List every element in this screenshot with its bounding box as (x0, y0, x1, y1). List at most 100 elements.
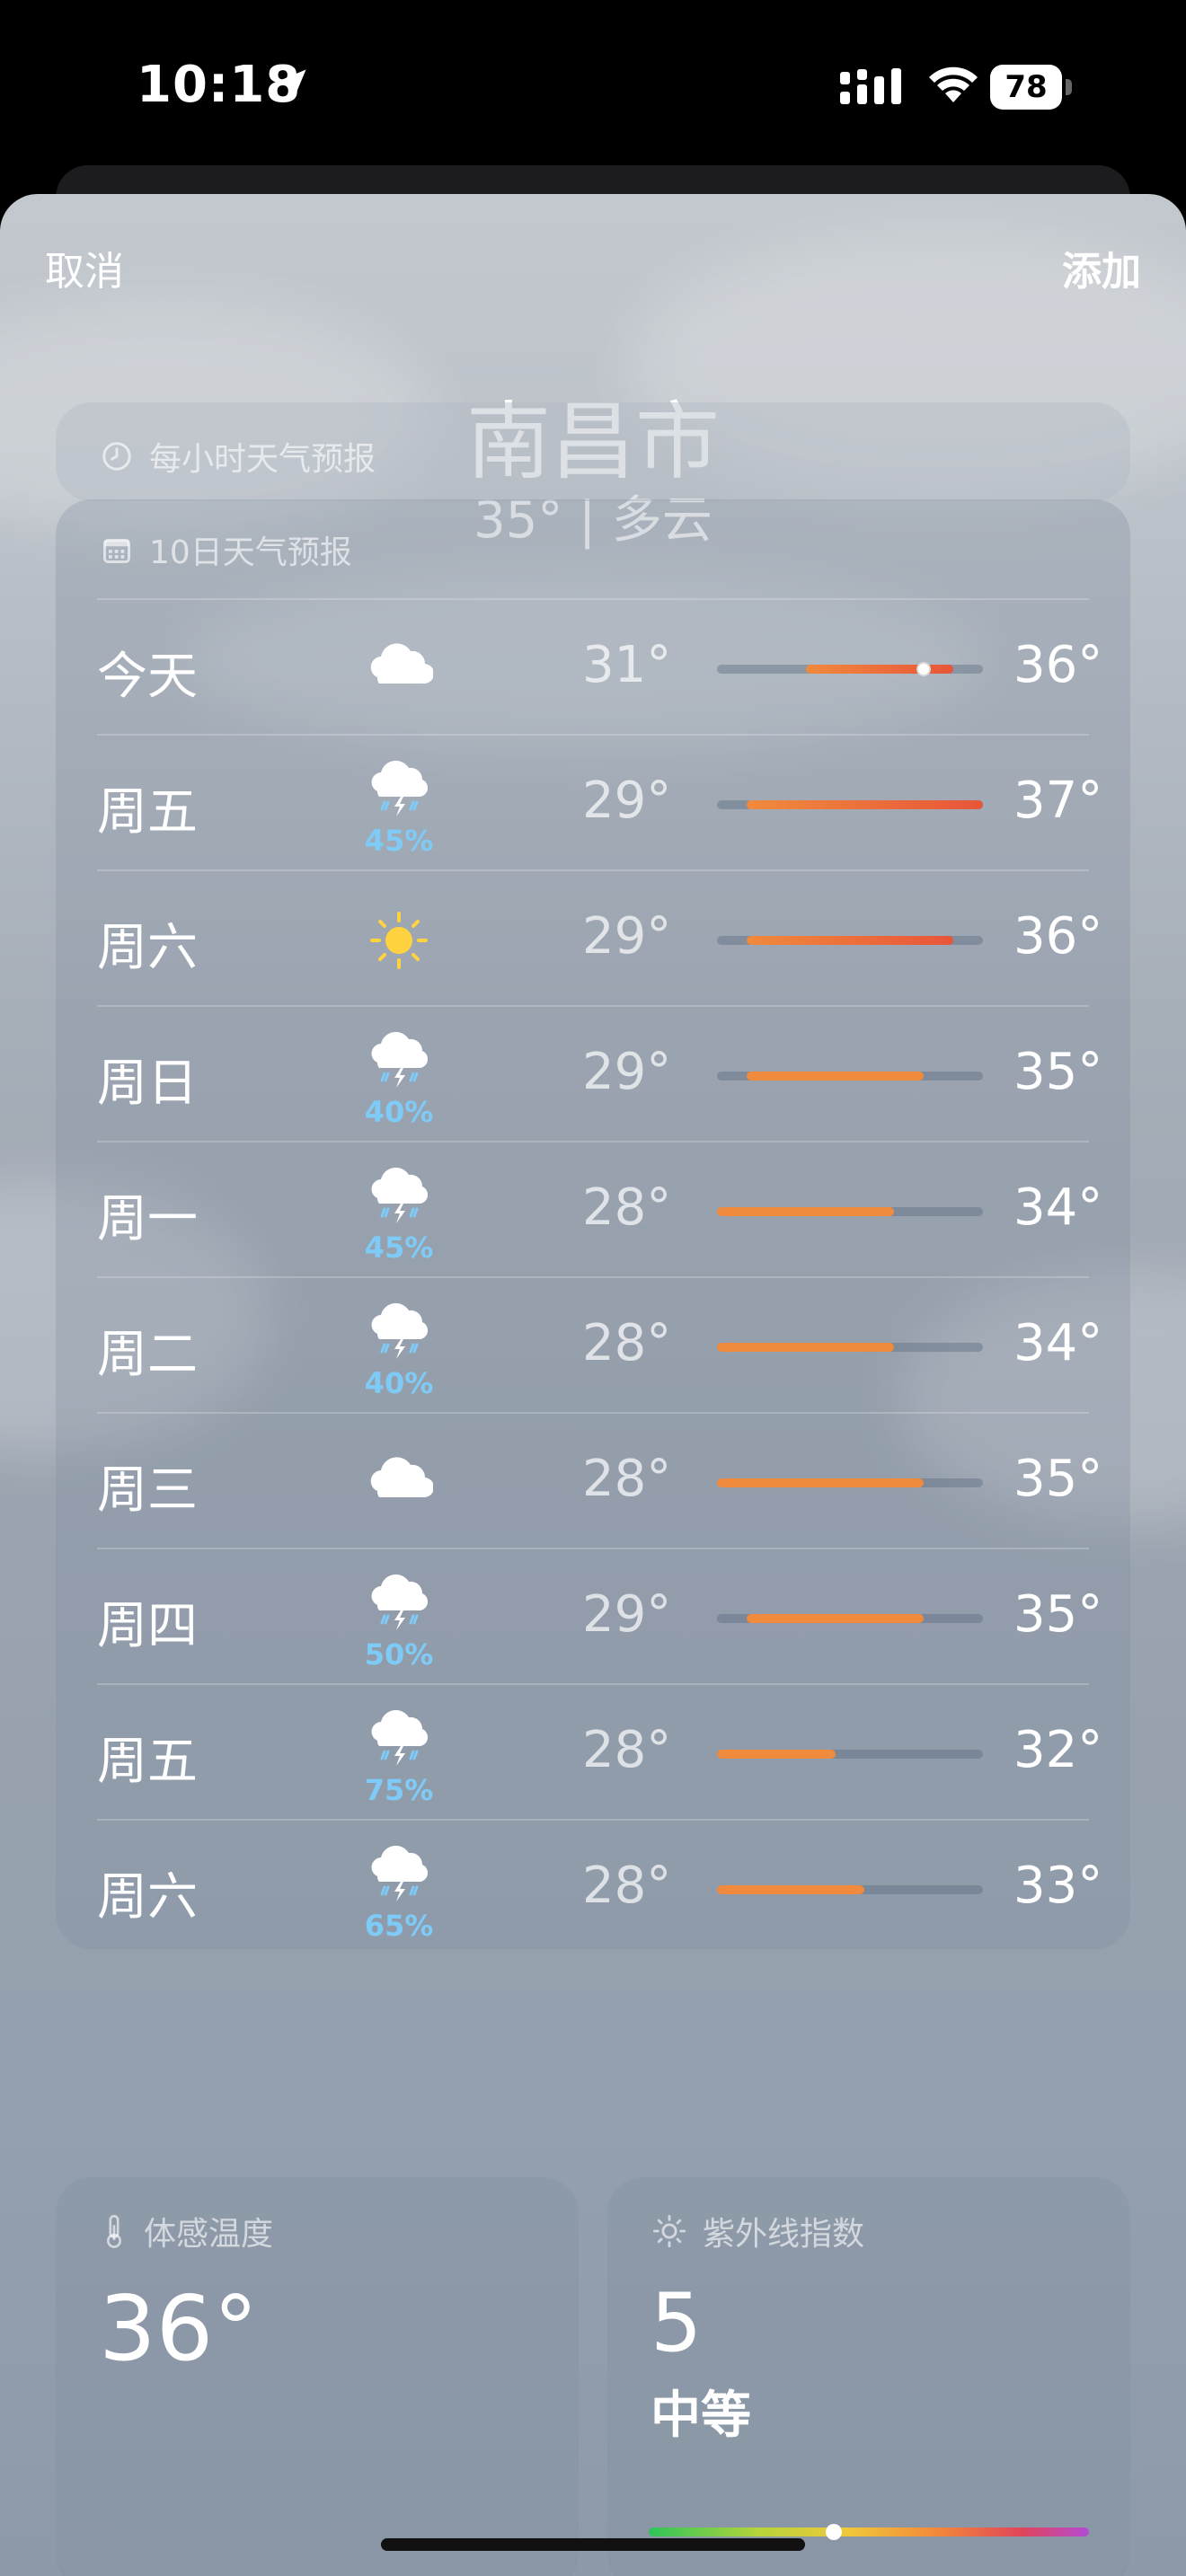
temp-range-bar (717, 1750, 983, 1759)
thunderstorm-icon: 40% (358, 1027, 440, 1129)
row-divider (97, 1548, 1089, 1549)
high-temp: 35° (1013, 1450, 1103, 1508)
calendar-icon (103, 539, 130, 563)
precipitation-chance: 40% (364, 1366, 434, 1400)
uv-index-title: 紫外线指数 (703, 2216, 865, 2253)
precipitation-chance: 50% (364, 1637, 434, 1672)
precipitation-chance: 40% (364, 1095, 434, 1129)
wifi-icon (929, 66, 978, 102)
precipitation-chance: 45% (364, 1231, 434, 1265)
low-temp: 29° (582, 772, 672, 830)
low-temp: 28° (582, 1178, 672, 1237)
thunderstorm-icon: 50% (358, 1569, 440, 1672)
temp-range-bar (717, 1343, 983, 1352)
high-temp: 32° (1013, 1721, 1103, 1779)
hourly-title: 每小时天气预报 (149, 441, 376, 478)
temp-range-fill (805, 665, 954, 674)
uv-index-card[interactable]: 紫外线指数 5 中等 (607, 2177, 1130, 2576)
forecast-row: 周一 45% 28° 34° (97, 1141, 1102, 1276)
thunderstorm-icon: 40% (358, 1298, 440, 1400)
home-indicator[interactable] (381, 2538, 805, 2551)
forecast-row: 周二 40% 28° 34° (97, 1276, 1102, 1412)
temp-range-fill (717, 1478, 925, 1487)
temp-range-fill (746, 800, 983, 809)
high-temp: 34° (1013, 1314, 1103, 1372)
temp-range-bar (717, 800, 983, 809)
current-temp-marker (916, 662, 932, 676)
forecast-row: 周五 75% 28° 32° (97, 1683, 1102, 1819)
low-temp: 29° (582, 907, 672, 966)
temp-range-fill (746, 1072, 925, 1081)
forecast-day: 今天 (97, 648, 198, 706)
precipitation-chance: 75% (364, 1773, 434, 1807)
hourly-forecast-card[interactable]: 每小时天气预报 (56, 402, 1130, 501)
forecast-day: 周二 (97, 1326, 198, 1384)
feels-like-value: 36° (99, 2276, 259, 2381)
precipitation-chance: 45% (364, 824, 434, 858)
uv-index-level: 中等 (651, 2386, 751, 2445)
clock-icon (102, 442, 131, 471)
row-divider (97, 1819, 1089, 1821)
temp-range-bar (717, 1478, 983, 1487)
uv-index-value: 5 (651, 2276, 703, 2370)
uv-index-bar (649, 2524, 1089, 2540)
row-divider (97, 1683, 1089, 1685)
precipitation-chance: 65% (364, 1909, 434, 1943)
low-temp: 28° (582, 1721, 672, 1779)
high-temp: 36° (1013, 636, 1103, 694)
forecast-row: 周六 65% 28° 33° (97, 1819, 1102, 1954)
weather-sheet: 取消 添加 南昌市 35° | 多云 每小时天气预报 10日天气预报 今天 31… (0, 194, 1186, 2576)
battery-level: 78 (990, 65, 1062, 110)
sun-icon (358, 891, 440, 990)
cellular-signal-icon (840, 68, 901, 104)
temp-range-fill (717, 1343, 895, 1352)
forecast-day: 周日 (97, 1054, 198, 1113)
temp-range-fill (717, 1750, 836, 1759)
high-temp: 35° (1013, 1585, 1103, 1644)
feels-like-title: 体感温度 (144, 2216, 274, 2253)
forecast-row: 周五 45% 29° 37° (97, 734, 1102, 869)
temp-range-bar (717, 1614, 983, 1623)
forecast-day: 周四 (97, 1597, 198, 1655)
cancel-button[interactable]: 取消 (45, 239, 124, 296)
row-divider (97, 869, 1089, 871)
row-divider (97, 734, 1089, 736)
thunderstorm-icon: 45% (358, 1162, 440, 1265)
forecast-row: 周三 28° 35° (97, 1412, 1102, 1548)
forecast-row: 周日 40% 29° 35° (97, 1005, 1102, 1141)
forecast-day: 周五 (97, 1733, 198, 1791)
low-temp: 28° (582, 1857, 672, 1915)
thunderstorm-icon: 45% (358, 755, 440, 858)
temp-range-bar (717, 662, 983, 676)
add-button[interactable]: 添加 (1062, 239, 1141, 296)
location-arrow-icon (276, 69, 306, 100)
temp-range-bar (717, 936, 983, 945)
feels-like-card[interactable]: 体感温度 36° (56, 2177, 579, 2576)
high-temp: 34° (1013, 1178, 1103, 1237)
row-divider (97, 1005, 1089, 1007)
thunderstorm-icon: 65% (358, 1840, 440, 1943)
high-temp: 33° (1013, 1857, 1103, 1915)
forecast-day: 周三 (97, 1461, 198, 1520)
temp-range-fill (746, 936, 954, 945)
high-temp: 37° (1013, 772, 1103, 830)
temp-range-bar (717, 1207, 983, 1216)
status-bar: 10:18 78 (0, 0, 1186, 171)
temp-range-bar (717, 1885, 983, 1894)
low-temp: 31° (582, 636, 672, 694)
uv-index-marker (825, 2524, 842, 2540)
row-divider (97, 1412, 1089, 1414)
thunderstorm-icon: 75% (358, 1705, 440, 1807)
temp-range-fill (717, 1885, 865, 1894)
low-temp: 29° (582, 1043, 672, 1101)
low-temp: 28° (582, 1314, 672, 1372)
temp-range-fill (717, 1207, 895, 1216)
forecast-row: 今天 31° 36° (97, 598, 1102, 734)
ten-day-forecast-card: 10日天气预报 今天 31° 36° 周五 45% 29° 37° 周六 29° 36° 周日 40%… (56, 499, 1130, 1949)
forecast-day: 周六 (97, 1868, 198, 1927)
low-temp: 28° (582, 1450, 672, 1508)
forecast-day: 周六 (97, 919, 198, 977)
battery-icon: 78 (990, 65, 1073, 110)
ten-day-title: 10日天气预报 (149, 534, 352, 571)
row-divider (97, 1141, 1089, 1142)
